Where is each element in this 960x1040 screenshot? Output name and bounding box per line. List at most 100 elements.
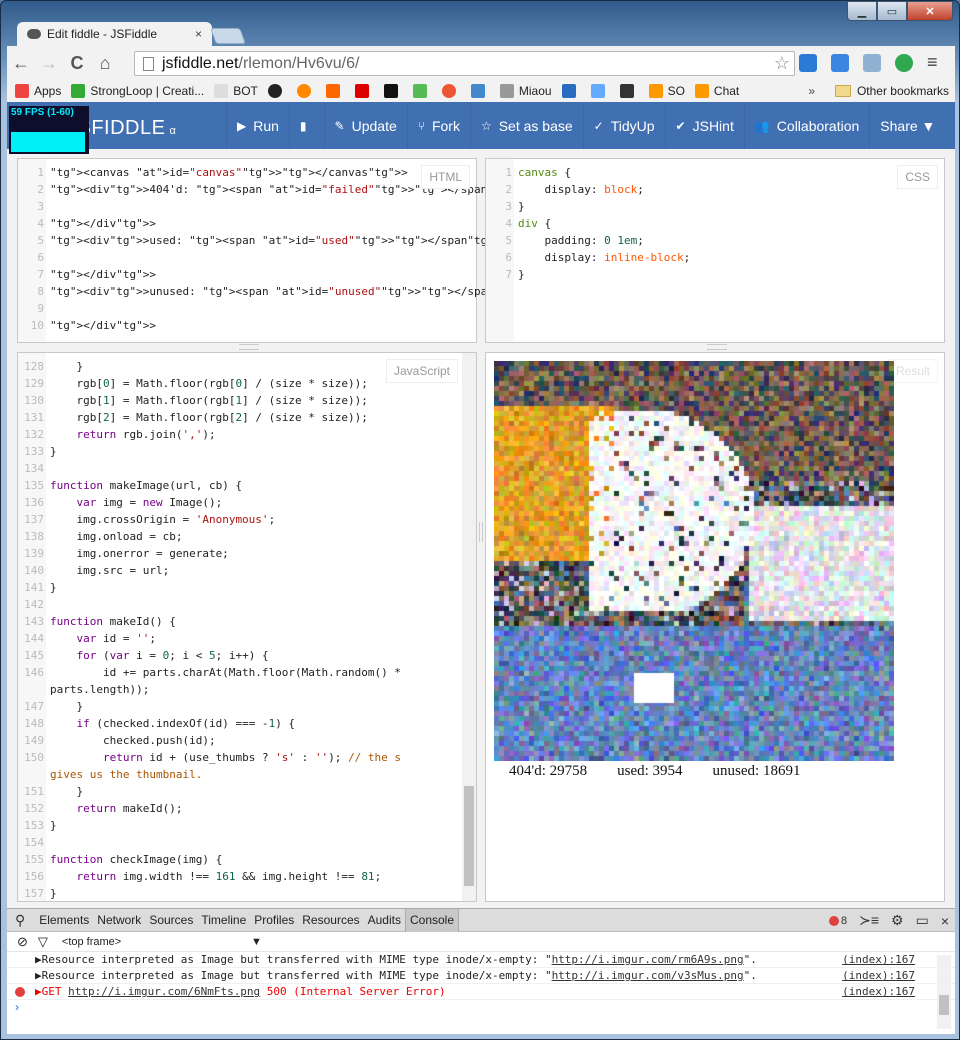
horizontal-splitter-handle[interactable] <box>707 344 727 350</box>
console-prompt[interactable]: › <box>7 1000 955 1014</box>
expand-arrow-icon[interactable]: ▶ <box>35 985 42 998</box>
translate-extension-icon[interactable] <box>831 53 849 72</box>
html-code[interactable]: 1 "tg"><canvas "at">id="canvas""tg">>"tg"… <box>18 164 534 334</box>
result-panel[interactable]: Result 404'd: 29758 used: 3954 unused: 186… <box>485 352 945 902</box>
green-extension-icon[interactable] <box>895 53 913 72</box>
bookmark-item[interactable]: Chat <box>694 84 739 98</box>
console-message[interactable]: ▶GET http://i.imgur.com/6NmFts.png 500 (… <box>7 984 955 1000</box>
scrollbar-thumb[interactable] <box>939 995 949 1015</box>
console-message[interactable]: ▶Resource interpreted as Image but trans… <box>7 968 955 984</box>
error-counter[interactable]: 8 <box>828 915 847 927</box>
camera-extension-icon[interactable] <box>863 53 881 72</box>
message-source-link[interactable]: (index):167 <box>842 968 915 984</box>
nav-fork-button[interactable]: ⑂ Fork <box>406 102 470 149</box>
bookmark-item[interactable] <box>561 84 581 98</box>
line-text: function makeImage(url, cb) { <box>50 479 243 492</box>
line-number: 3 <box>505 200 512 213</box>
code-line: 146 id += parts.charAt(Math.floor(Math.r… <box>18 664 401 681</box>
bookmark-item[interactable] <box>296 84 316 98</box>
nav-share-button[interactable]: Share ▼ <box>869 102 945 149</box>
expand-arrow-icon[interactable]: ▶ <box>35 953 42 966</box>
message-url-link[interactable]: http://i.imgur.com/6NmFts.png <box>68 985 260 998</box>
nav-collaboration-button[interactable]: 👥 Collaboration <box>743 102 869 149</box>
clear-console-icon[interactable]: ⊘ <box>7 934 38 950</box>
message-source-link[interactable]: (index):167 <box>842 952 915 968</box>
nav-run-button[interactable]: ▶ Run <box>226 102 289 149</box>
css-code[interactable]: 1 canvas {2 display: block; 3} 4 div {5 padd… <box>486 164 690 283</box>
dock-icon[interactable]: ▭ <box>916 912 929 929</box>
gear-icon[interactable]: ⚙ <box>891 912 904 929</box>
nav-jshint-button[interactable]: ✔ JSHint <box>664 102 744 149</box>
nav-tidyup-button[interactable]: ✓ TidyUp <box>582 102 665 149</box>
search-icon[interactable]: ⚲ <box>7 912 35 929</box>
line-text: rgb[0] = Math.floor(rgb[0] / (size * siz… <box>50 377 368 390</box>
css-panel[interactable]: 1 canvas {2 display: block; 3} 4 div {5 padd… <box>485 158 945 343</box>
frame-select[interactable]: <top frame> ▼ <box>62 936 262 948</box>
bookmark-item[interactable] <box>267 84 287 98</box>
bookmark-item[interactable]: SO <box>648 84 685 98</box>
devtools-tab-network[interactable]: Network <box>93 913 145 927</box>
vertical-splitter-handle[interactable] <box>479 522 483 542</box>
bookmark-item[interactable] <box>412 84 432 98</box>
bookmark-item[interactable]: Miaou <box>499 84 552 98</box>
jsfiddle-header: JSFIDDLE α ▶ Run ▮ ✎ Update ⑂ Fork ☆ Set as base ✓… <box>7 102 955 149</box>
horizontal-splitter-handle[interactable] <box>239 344 259 350</box>
minimize-button[interactable]: ▁ <box>847 1 877 21</box>
bookmark-item[interactable]: BOT <box>214 84 258 98</box>
home-icon[interactable]: ⌂ <box>91 53 119 74</box>
devtools-tab-profiles[interactable]: Profiles <box>250 913 298 927</box>
console-drawer-icon[interactable]: ≻≡ <box>859 912 879 929</box>
close-window-button[interactable]: ✕ <box>907 1 953 21</box>
close-tab-icon[interactable]: × <box>195 27 202 41</box>
bookmarks-overflow-button[interactable]: » <box>808 84 815 98</box>
devtools-tab-resources[interactable]: Resources <box>298 913 363 927</box>
browser-tab[interactable]: Edit fiddle - JSFiddle × <box>17 22 212 46</box>
devtools-tab-console[interactable]: Console <box>404 908 460 932</box>
devtools-tab-sources[interactable]: Sources <box>145 913 197 927</box>
bookmark-star-icon[interactable]: ☆ <box>774 53 790 74</box>
bookmark-item[interactable] <box>470 84 490 98</box>
screenshot-extension-icon[interactable] <box>799 53 817 72</box>
bookmark-item[interactable] <box>619 84 639 98</box>
devtools-tab-timeline[interactable]: Timeline <box>197 913 250 927</box>
back-icon[interactable]: ← <box>7 53 35 74</box>
message-url-link[interactable]: http://i.imgur.com/v3sMus.png <box>552 969 744 982</box>
console-message[interactable]: ▶Resource interpreted as Image but trans… <box>7 952 955 968</box>
code-line: 135 function makeImage(url, cb) { <box>18 477 401 494</box>
javascript-code[interactable]: 128 } 129 rgb[0] = Math.floor(rgb[0] / (s… <box>18 358 401 901</box>
close-devtools-icon[interactable]: × <box>941 913 949 929</box>
bookmark-item[interactable] <box>383 84 403 98</box>
reload-icon[interactable]: C <box>63 53 91 74</box>
code-line: 3 <box>18 198 534 215</box>
javascript-panel[interactable]: 128 } 129 rgb[0] = Math.floor(rgb[0] / (s… <box>17 352 477 902</box>
jshint-icon: ✔ <box>675 118 686 133</box>
javascript-scrollbar[interactable] <box>462 353 476 901</box>
chrome-menu-icon[interactable]: ≡ <box>927 52 938 73</box>
bookmark-item[interactable] <box>354 84 374 98</box>
count-value: 29758 <box>549 763 588 779</box>
address-bar[interactable]: jsfiddle.net/rlemon/Hv6vu/6/ ☆ <box>134 51 795 76</box>
bookmark-item[interactable] <box>325 84 345 98</box>
line-number: 145 <box>24 649 44 662</box>
devtools-tab-audits[interactable]: Audits <box>364 913 405 927</box>
message-url-link[interactable]: http://i.imgur.com/rm6A9s.png <box>552 953 744 966</box>
nav-update-button[interactable]: ✎ Update <box>323 102 407 149</box>
bookmark-item[interactable] <box>441 84 461 98</box>
html-panel[interactable]: 1 "tg"><canvas "at">id="canvas""tg">>"tg"… <box>17 158 534 343</box>
bookmark-item[interactable]: Apps <box>15 84 61 98</box>
nav-set-as-base-button[interactable]: ☆ Set as base <box>469 102 583 149</box>
devtools-tab-elements[interactable]: Elements <box>35 913 93 927</box>
bookmark-item[interactable]: StrongLoop | Creati... <box>71 84 204 98</box>
nav-stats-button[interactable]: ▮ <box>288 102 324 149</box>
code-line: 8 "tg"><div"tg">>unused: "tg"><span "at">… <box>18 283 533 300</box>
scrollbar-thumb[interactable] <box>464 786 474 886</box>
bookmark-item[interactable] <box>590 84 610 98</box>
new-tab-button[interactable] <box>210 28 246 44</box>
expand-arrow-icon[interactable]: ▶ <box>35 969 42 982</box>
filter-icon[interactable]: ▽ <box>38 934 62 950</box>
message-source-link[interactable]: (index):167 <box>842 984 915 1000</box>
forward-icon[interactable]: → <box>35 53 63 74</box>
other-bookmarks[interactable]: Other bookmarks <box>834 84 949 98</box>
maximize-button[interactable]: ▭ <box>877 1 907 21</box>
console-scrollbar[interactable] <box>937 955 951 1029</box>
